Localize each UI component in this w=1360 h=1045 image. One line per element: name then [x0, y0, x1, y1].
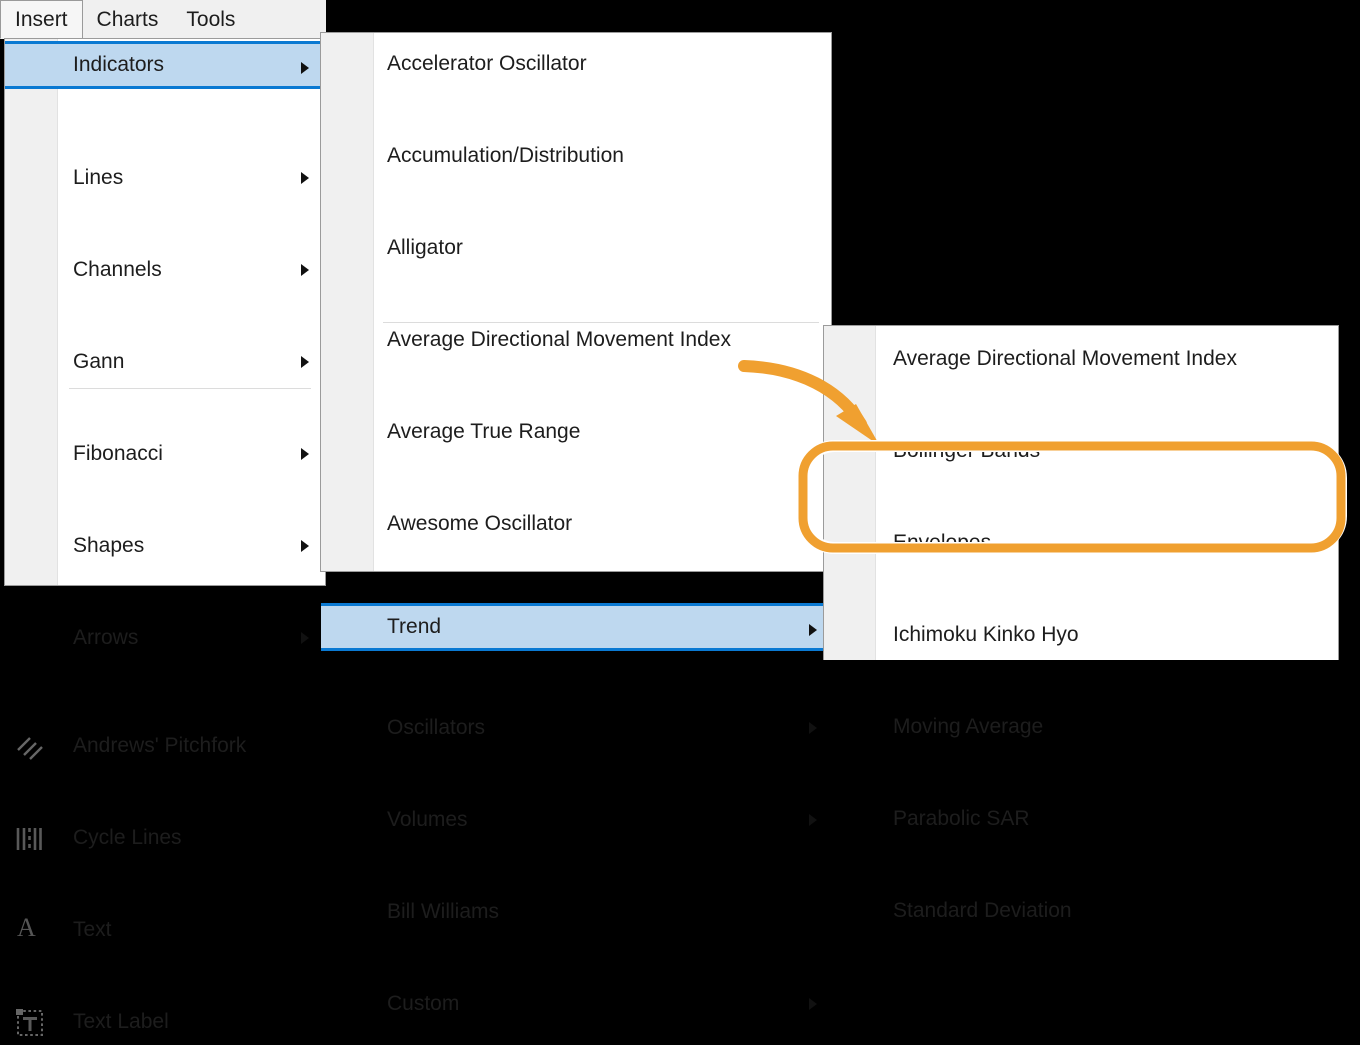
menu-item-label: Accelerator Oscillator: [387, 52, 587, 75]
menu-item-label: Bollinger Bands: [893, 439, 1041, 462]
menu-item-awesome-oscillator[interactable]: Awesome Oscillator: [321, 501, 831, 547]
chevron-right-icon: [301, 62, 309, 74]
chevron-right-icon: [301, 172, 309, 184]
menu-item-channels[interactable]: Channels: [5, 247, 325, 293]
chevron-right-icon: [301, 448, 309, 460]
chevron-right-icon: [809, 624, 817, 636]
text-label-icon: [16, 1009, 44, 1043]
menu-item-alligator[interactable]: Alligator: [321, 225, 831, 271]
menu-item-label: Gann: [73, 350, 125, 373]
menu-item-text-label[interactable]: Text Label: [5, 999, 325, 1045]
menu-item-cycle-lines[interactable]: Cycle Lines: [5, 815, 325, 861]
menu-separator: [383, 322, 819, 323]
menu-item-label: Cycle Lines: [73, 826, 182, 849]
menu-item-parabolic-sar[interactable]: Parabolic SAR: [824, 796, 1338, 842]
menu-item-indicators[interactable]: Indicators: [5, 41, 325, 89]
menu-item-label: Average True Range: [387, 420, 581, 443]
menubar-tab-label: Tools: [186, 7, 236, 31]
menu-item-bollinger-bands[interactable]: Bollinger Bands: [824, 428, 1338, 474]
menu-icon-gutter: [321, 33, 374, 571]
menubar-tab-insert[interactable]: Insert: [0, 0, 83, 39]
insert-menu-popup: Indicators Lines Channels Gann Fibonacci…: [4, 38, 326, 1036]
menu-item-average-true-range[interactable]: Average True Range: [321, 409, 831, 455]
menu-item-text[interactable]: A Text: [5, 907, 325, 953]
menu-item-label: Envelopes: [893, 531, 992, 554]
chevron-right-icon: [809, 998, 817, 1010]
menu-icon-gutter: [5, 39, 58, 585]
menu-item-label: Ichimoku Kinko Hyo: [893, 623, 1079, 646]
menu-item-label: Moving Average: [893, 715, 1044, 738]
menu-item-average-directional-movement-index[interactable]: Average Directional Movement Index: [321, 317, 831, 363]
chevron-right-icon: [809, 814, 817, 826]
menubar-tab-label: Charts: [96, 7, 159, 31]
menu-item-label: Parabolic SAR: [893, 807, 1030, 830]
menu-item-label: Awesome Oscillator: [387, 512, 573, 535]
menu-item-standard-deviation[interactable]: Standard Deviation: [824, 888, 1338, 934]
menu-item-accumulation-distribution[interactable]: Accumulation/Distribution: [321, 133, 831, 179]
menu-item-label: Oscillators: [387, 716, 486, 739]
menu-item-label: Arrows: [73, 626, 139, 649]
menu-item-label: Text Label: [73, 1010, 169, 1033]
menu-item-label: Lines: [73, 166, 124, 189]
menu-item-label: Average Directional Movement Index: [893, 347, 1237, 370]
chevron-right-icon: [301, 540, 309, 552]
menu-item-label: Alligator: [387, 236, 463, 259]
trend-submenu-popup: Average Directional Movement Index Bolli…: [823, 325, 1339, 922]
menu-item-label: Standard Deviation: [893, 899, 1072, 922]
menu-item-fibonacci[interactable]: Fibonacci: [5, 431, 325, 477]
menu-item-label: Accumulation/Distribution: [387, 144, 624, 167]
menu-item-label: Channels: [73, 258, 162, 281]
menu-item-envelopes[interactable]: Envelopes: [824, 520, 1338, 566]
chevron-right-icon: [809, 722, 817, 734]
menu-item-moving-average[interactable]: Moving Average: [824, 704, 1338, 750]
menu-item-bill-williams[interactable]: Bill Williams: [321, 889, 831, 935]
chevron-right-icon: [301, 264, 309, 276]
menu-item-average-directional-movement-index[interactable]: Average Directional Movement Index: [824, 336, 1338, 382]
menu-item-label: Indicators: [73, 53, 165, 76]
cycle-lines-icon: [16, 825, 42, 859]
menu-item-label: Bill Williams: [387, 900, 499, 923]
text-icon: A: [17, 913, 36, 942]
menu-item-label: Fibonacci: [73, 442, 163, 465]
menu-item-label: Shapes: [73, 534, 145, 557]
menu-item-accelerator-oscillator[interactable]: Accelerator Oscillator: [321, 41, 831, 87]
menu-item-volumes[interactable]: Volumes: [321, 797, 831, 843]
menu-item-label: Text: [73, 918, 112, 941]
menu-item-arrows[interactable]: Arrows: [5, 615, 325, 661]
menu-separator: [69, 388, 311, 389]
chevron-right-icon: [301, 632, 309, 644]
menu-item-label: Custom: [387, 992, 460, 1015]
menu-item-shapes[interactable]: Shapes: [5, 523, 325, 569]
menu-item-andrews-pitchfork[interactable]: Andrews' Pitchfork: [5, 723, 325, 769]
menu-item-label: Andrews' Pitchfork: [73, 734, 247, 757]
menubar-tab-charts[interactable]: Charts: [83, 0, 173, 38]
indicators-menu-popup: Accelerator Oscillator Accumulation/Dist…: [320, 32, 832, 1015]
menu-item-custom[interactable]: Custom: [321, 981, 831, 1027]
menu-item-ichimoku-kinko-hyo[interactable]: Ichimoku Kinko Hyo: [824, 612, 1338, 658]
menu-item-lines[interactable]: Lines: [5, 155, 325, 201]
menu-item-label: Trend: [387, 615, 442, 638]
chevron-right-icon: [301, 356, 309, 368]
menu-item-label: Volumes: [387, 808, 468, 831]
menu-item-trend[interactable]: Trend: [321, 603, 831, 651]
menubar-tab-tools[interactable]: Tools: [172, 0, 249, 38]
menu-item-label: Average Directional Movement Index: [387, 328, 731, 351]
menu-item-gann[interactable]: Gann: [5, 339, 325, 385]
menubar-tab-label: Insert: [15, 8, 68, 31]
menu-item-oscillators[interactable]: Oscillators: [321, 705, 831, 751]
menu-bar: Insert Charts Tools: [0, 0, 326, 39]
pitchfork-icon: [15, 733, 43, 767]
